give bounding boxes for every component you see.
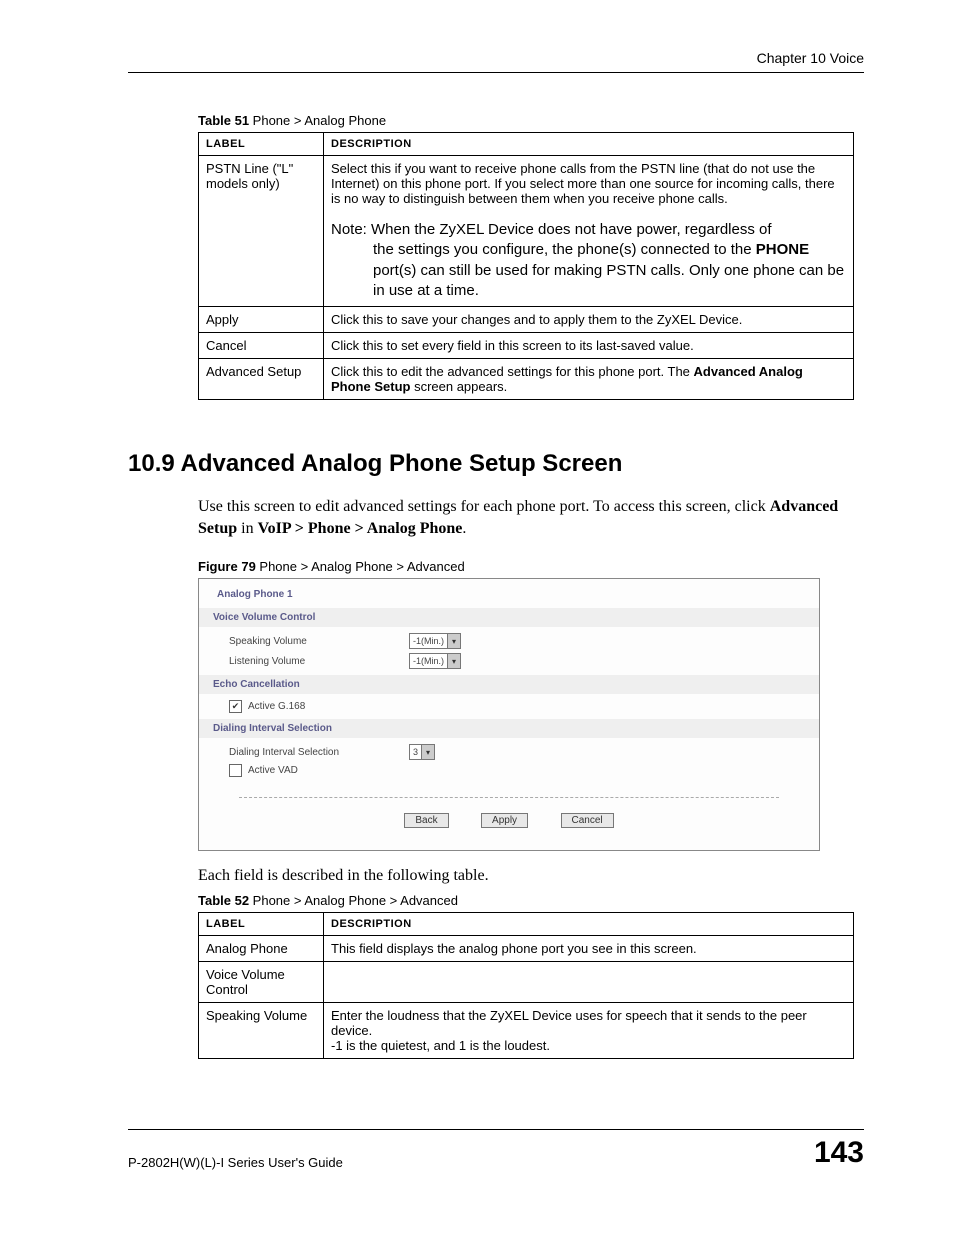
note-lead: Note: When the ZyXEL Device does not hav… [331,221,772,238]
table52-caption-text: Phone > Analog Phone > Advanced [249,893,458,908]
fig-row-dialint: Dialing Interval Selection 3 ▾ [199,742,819,762]
cell-label: Analog Phone [199,935,324,961]
cell-label: Apply [199,307,324,333]
fig-row-vad: Active VAD [199,762,819,779]
table-row: Speaking Volume Enter the loudness that … [199,1002,854,1058]
figure79-box: Analog Phone 1 Voice Volume Control Spea… [198,578,820,851]
cell-label: Cancel [199,333,324,359]
desc-post: screen appears. [410,379,507,394]
intro-b2: VoIP > Phone > Analog Phone [258,520,463,537]
section-heading: 10.9 Advanced Analog Phone Setup Screen [128,450,864,478]
cell-desc [324,961,854,1002]
cell-label: Speaking Volume [199,1002,324,1058]
table51-caption-num: Table 51 [198,113,249,128]
intro-post: . [462,520,466,537]
dialing-interval-label: Dialing Interval Selection [229,747,409,758]
table-row: Cancel Click this to set every field in … [199,333,854,359]
cell-label: PSTN Line ("L" models only) [199,156,324,307]
cell-label: Advanced Setup [199,359,324,400]
fig-sec-dialing: Dialing Interval Selection [199,719,819,738]
table51: Label Description PSTN Line ("L" models … [198,132,854,400]
cell-label: Voice Volume Control [199,961,324,1002]
table-row: Analog Phone This field displays the ana… [199,935,854,961]
chevron-down-icon: ▾ [447,634,460,648]
cell-desc: This field displays the analog phone por… [324,935,854,961]
table52-caption: Table 52 Phone > Analog Phone > Advanced [198,893,864,908]
cell-desc: Click this to edit the advanced settings… [324,359,854,400]
dialing-interval-select[interactable]: 3 ▾ [409,744,435,760]
vad-label: Active VAD [248,765,298,776]
intro-pre: Use this screen to edit advanced setting… [198,498,770,515]
listening-volume-label: Listening Volume [229,656,409,667]
select-value: -1(Min.) [413,656,444,666]
fig-sec-echo: Echo Cancellation [199,675,819,694]
speaking-volume-select[interactable]: -1(Min.) ▾ [409,633,461,649]
table-row: Apply Click this to save your changes an… [199,307,854,333]
table-header-row: Label Description [199,912,854,935]
speaking-volume-label: Speaking Volume [229,636,409,647]
fig-row-speaking: Speaking Volume -1(Min.) ▾ [199,631,819,651]
note-part1: the settings you configure, the phone(s)… [373,241,756,258]
back-button[interactable]: Back [404,813,448,828]
table51-caption: Table 51 Phone > Analog Phone [198,113,864,128]
table52-caption-num: Table 52 [198,893,249,908]
apply-button[interactable]: Apply [481,813,528,828]
th-desc: Description [324,912,854,935]
table-header-row: Label Description [199,133,854,156]
th-desc: Description [324,133,854,156]
note-bold: PHONE [756,241,809,258]
cell-desc: Select this if you want to receive phone… [324,156,854,307]
select-value: 3 [413,747,418,757]
figure79-caption-num: Figure 79 [198,559,256,574]
select-value: -1(Min.) [413,636,444,646]
vad-checkbox[interactable] [229,764,242,777]
page: Chapter 10 Voice Table 51 Phone > Analog… [0,0,954,1210]
note-part2: port(s) can still be used for making PST… [373,262,844,299]
note-block: Note: When the ZyXEL Device does not hav… [331,220,846,301]
chevron-down-icon: ▾ [421,745,434,759]
th-label: Label [199,133,324,156]
page-number: 143 [814,1136,864,1170]
table52: Label Description Analog Phone This fiel… [198,912,854,1059]
cell-desc: Click this to save your changes and to a… [324,307,854,333]
g168-checkbox[interactable]: ✔ [229,700,242,713]
page-footer: P-2802H(W)(L)-I Series User's Guide 143 [128,1129,864,1170]
th-label: Label [199,912,324,935]
table-row: PSTN Line ("L" models only) Select this … [199,156,854,307]
table51-caption-text: Phone > Analog Phone [249,113,386,128]
figure79-caption-text: Phone > Analog Phone > Advanced [256,559,465,574]
note-indent: the settings you configure, the phone(s)… [331,240,846,301]
figure79-caption: Figure 79 Phone > Analog Phone > Advance… [198,559,864,574]
cell-desc: Enter the loudness that the ZyXEL Device… [324,1002,854,1058]
desc-pre: Click this to edit the advanced settings… [331,364,694,379]
fig-row-listening: Listening Volume -1(Min.) ▾ [199,651,819,671]
intro-paragraph: Use this screen to edit advanced setting… [198,496,864,539]
chevron-down-icon: ▾ [447,654,460,668]
cell-desc: Click this to set every field in this sc… [324,333,854,359]
fig-row-g168: ✔ Active G.168 [199,698,819,715]
cancel-button[interactable]: Cancel [561,813,614,828]
footer-left: P-2802H(W)(L)-I Series User's Guide [128,1155,343,1170]
fig-title: Analog Phone 1 [199,579,819,604]
body-text-2: Each field is described in the following… [198,865,864,887]
fig-button-row: Back Apply Cancel [239,797,779,828]
desc-main: Select this if you want to receive phone… [331,161,835,206]
listening-volume-select[interactable]: -1(Min.) ▾ [409,653,461,669]
chapter-header: Chapter 10 Voice [128,50,864,73]
table-row: Voice Volume Control [199,961,854,1002]
fig-sec-voice: Voice Volume Control [199,608,819,627]
intro-mid: in [237,520,257,537]
table-row: Advanced Setup Click this to edit the ad… [199,359,854,400]
g168-label: Active G.168 [248,701,305,712]
